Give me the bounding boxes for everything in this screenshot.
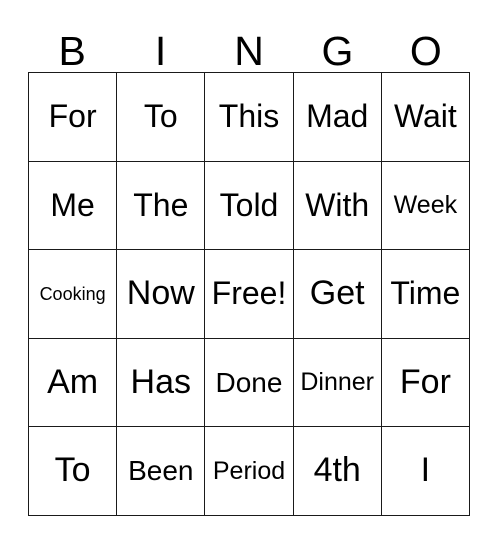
bingo-cell[interactable]: To bbox=[29, 427, 118, 516]
bingo-cell[interactable]: I bbox=[381, 427, 470, 516]
bingo-cell-label: Done bbox=[215, 366, 283, 398]
bingo-cell[interactable]: This bbox=[205, 73, 294, 162]
bingo-cell-label: Wait bbox=[393, 98, 457, 134]
bingo-cell-label: Has bbox=[130, 362, 192, 401]
bingo-cell[interactable]: Period bbox=[205, 427, 294, 516]
bingo-cell[interactable]: For bbox=[29, 73, 118, 162]
bingo-cell-label: Now bbox=[126, 274, 195, 313]
header-letter: O bbox=[409, 28, 442, 74]
bingo-cell[interactable]: Get bbox=[293, 250, 382, 339]
bingo-cell[interactable]: Been bbox=[117, 427, 206, 516]
bingo-cell-label: Cooking bbox=[39, 283, 106, 304]
bingo-header-letter-o: O bbox=[382, 14, 470, 72]
bingo-cell[interactable]: For bbox=[381, 338, 470, 428]
bingo-cell-label: 4th bbox=[313, 451, 361, 490]
bingo-cell[interactable]: The bbox=[117, 161, 206, 251]
bingo-header: B I N G O bbox=[28, 14, 470, 72]
bingo-cell-label: To bbox=[143, 98, 178, 134]
bingo-cell-label: The bbox=[133, 186, 189, 223]
bingo-cell[interactable]: Done bbox=[205, 338, 294, 428]
bingo-cell-label: I bbox=[420, 451, 431, 490]
bingo-cell-label: This bbox=[218, 98, 280, 134]
bingo-cell[interactable]: Am bbox=[29, 338, 118, 428]
bingo-cell[interactable]: With bbox=[293, 161, 382, 251]
bingo-cell-label: Been bbox=[128, 455, 194, 487]
bingo-cell-label: With bbox=[305, 186, 370, 223]
bingo-cell-label: Free! bbox=[211, 275, 287, 312]
bingo-cell-label: Mad bbox=[306, 98, 369, 134]
bingo-cell[interactable]: To bbox=[117, 73, 206, 162]
bingo-cell[interactable]: Cooking bbox=[29, 250, 118, 339]
bingo-cell[interactable]: Mad bbox=[293, 73, 382, 162]
bingo-grid: For To This Mad Wait Me The Told With We… bbox=[28, 72, 470, 516]
bingo-cell-label: Period bbox=[212, 457, 286, 486]
bingo-cell[interactable]: Time bbox=[381, 250, 470, 339]
bingo-cell-label: Get bbox=[309, 274, 365, 313]
header-letter: G bbox=[321, 28, 354, 74]
bingo-cell-free[interactable]: Free! bbox=[205, 250, 294, 339]
bingo-cell[interactable]: 4th bbox=[293, 427, 382, 516]
bingo-card: B I N G O For To This Mad Wait Me The To… bbox=[0, 0, 500, 544]
bingo-cell[interactable]: Now bbox=[117, 250, 206, 339]
bingo-cell-label: Week bbox=[393, 191, 458, 220]
bingo-cell-label: Dinner bbox=[300, 368, 375, 397]
bingo-cell[interactable]: Me bbox=[29, 161, 118, 251]
bingo-header-letter-b: B bbox=[28, 14, 116, 72]
bingo-cell-label: For bbox=[399, 362, 451, 401]
bingo-cell-label: Me bbox=[50, 186, 95, 223]
bingo-cell[interactable]: Week bbox=[381, 161, 470, 251]
header-letter: N bbox=[234, 28, 264, 74]
header-letter: I bbox=[154, 28, 167, 74]
bingo-cell[interactable]: Wait bbox=[381, 73, 470, 162]
bingo-cell-label: To bbox=[54, 451, 91, 490]
bingo-header-letter-g: G bbox=[293, 14, 381, 72]
bingo-cell-label: Told bbox=[219, 186, 279, 223]
bingo-cell-label: Time bbox=[390, 275, 461, 312]
bingo-cell-label: Am bbox=[47, 362, 99, 401]
bingo-cell[interactable]: Dinner bbox=[293, 338, 382, 428]
bingo-header-letter-n: N bbox=[205, 14, 293, 72]
header-letter: B bbox=[58, 28, 86, 74]
bingo-header-letter-i: I bbox=[116, 14, 204, 72]
bingo-cell-label: For bbox=[48, 98, 97, 134]
bingo-cell[interactable]: Has bbox=[117, 338, 206, 428]
bingo-cell[interactable]: Told bbox=[205, 161, 294, 251]
